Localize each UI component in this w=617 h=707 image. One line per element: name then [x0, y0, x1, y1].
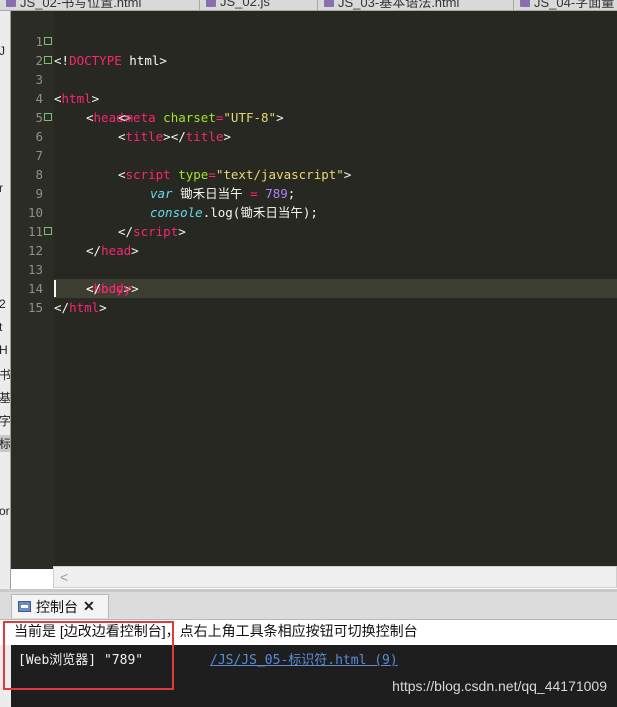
sidebar-fragment: J	[0, 44, 5, 58]
code-line[interactable]: 8 var 锄禾日当午 = 789;	[11, 146, 617, 201]
sidebar-fragment: or	[0, 504, 10, 518]
scroll-left-arrow-icon[interactable]: <	[60, 569, 68, 585]
console-panel-header: 控制台 ✕	[0, 592, 617, 620]
js-file-icon	[206, 0, 216, 7]
sidebar-fragment: H	[0, 343, 8, 357]
console-mode-info: 当前是 [边改边看控制台]，点右上角工具条相应按钮可切换控制台	[0, 620, 617, 644]
sidebar-fragment: t	[0, 320, 2, 334]
tab-label: JS_03-基本语法.html	[338, 0, 460, 10]
text-caret	[54, 280, 56, 297]
fold-marker-icon[interactable]	[44, 113, 52, 121]
html-file-icon	[6, 0, 16, 7]
code-line[interactable]: 11 </head>	[11, 203, 617, 258]
editor-tab-strip: JS_02-书写位置.html JS_02.js JS_03-基本语法.html…	[0, 0, 617, 11]
tab-label: JS_04-字面量	[534, 0, 615, 10]
fold-marker-icon[interactable]	[44, 227, 52, 235]
code-line[interactable]: 5 <title></title>	[11, 89, 617, 144]
fold-marker-icon[interactable]	[44, 56, 52, 64]
console-source-link[interactable]: /JS/JS_05-标识符.html (9)	[210, 649, 398, 668]
console-tab-label: 控制台	[36, 598, 78, 615]
sidebar-fragment: 基	[0, 391, 11, 405]
tab-js02-position[interactable]: JS_02-书写位置.html	[0, 0, 200, 10]
code-line[interactable]: 7	[11, 127, 617, 163]
console-icon	[18, 601, 31, 612]
sidebar-fragment: r	[0, 181, 3, 195]
project-sidebar-clipped[interactable]: J r 2 t H 书 基 字 标 or	[0, 11, 11, 591]
tab-js03-syntax[interactable]: JS_03-基本语法.html	[318, 0, 514, 10]
html-file-icon	[520, 0, 530, 7]
watermark-text: https://blog.csdn.net/qq_44171009	[392, 678, 607, 694]
code-editor[interactable]: 1 <!DOCTYPE html> 2 <html> 3 <head> 4 <m…	[11, 11, 617, 569]
code-line[interactable]: 12 <body>	[11, 222, 617, 296]
sidebar-fragment: 2	[0, 297, 6, 311]
line-number: 15	[27, 300, 43, 315]
panel-left-strip	[0, 645, 11, 707]
code-line[interactable]: 14 </html>	[11, 260, 617, 315]
tab-js04-literal[interactable]: JS_04-字面量	[514, 0, 617, 10]
code-line[interactable]: 1 <!DOCTYPE html>	[11, 13, 617, 68]
code-line[interactable]: 2 <html>	[11, 32, 617, 106]
sidebar-fragment-selected: 标	[0, 435, 11, 452]
tab-label: JS_02-书写位置.html	[20, 0, 142, 10]
code-line[interactable]: 3 <head>	[11, 51, 617, 125]
tab-console[interactable]: 控制台 ✕	[11, 594, 109, 618]
code-line[interactable]: 9 console.log(锄禾日当午);	[11, 165, 617, 220]
code-line[interactable]: 6 <script type="text/javascript">	[11, 108, 617, 182]
tab-js02-js[interactable]: JS_02.js	[200, 0, 318, 10]
code-line[interactable]: 10 </script>	[11, 184, 617, 239]
sidebar-fragment: 书	[0, 368, 11, 382]
editor-horizontal-scrollbar[interactable]: <	[53, 566, 617, 588]
console-output-area[interactable]: [Web浏览器] "789" /JS/JS_05-标识符.html (9)	[11, 645, 617, 707]
code-line[interactable]: 4 <meta charset="UTF-8">	[11, 70, 617, 125]
code-text: </html>	[54, 300, 107, 315]
fold-marker-icon[interactable]	[44, 37, 52, 45]
sidebar-fragment: 字	[0, 414, 11, 428]
console-output-line: [Web浏览器] "789"	[18, 653, 144, 668]
code-line-current[interactable]: 15	[11, 279, 617, 315]
close-icon[interactable]: ✕	[83, 598, 95, 615]
tab-label: JS_02.js	[220, 0, 270, 9]
html-file-icon	[324, 0, 334, 7]
code-line[interactable]: 13 </body>	[11, 241, 617, 296]
